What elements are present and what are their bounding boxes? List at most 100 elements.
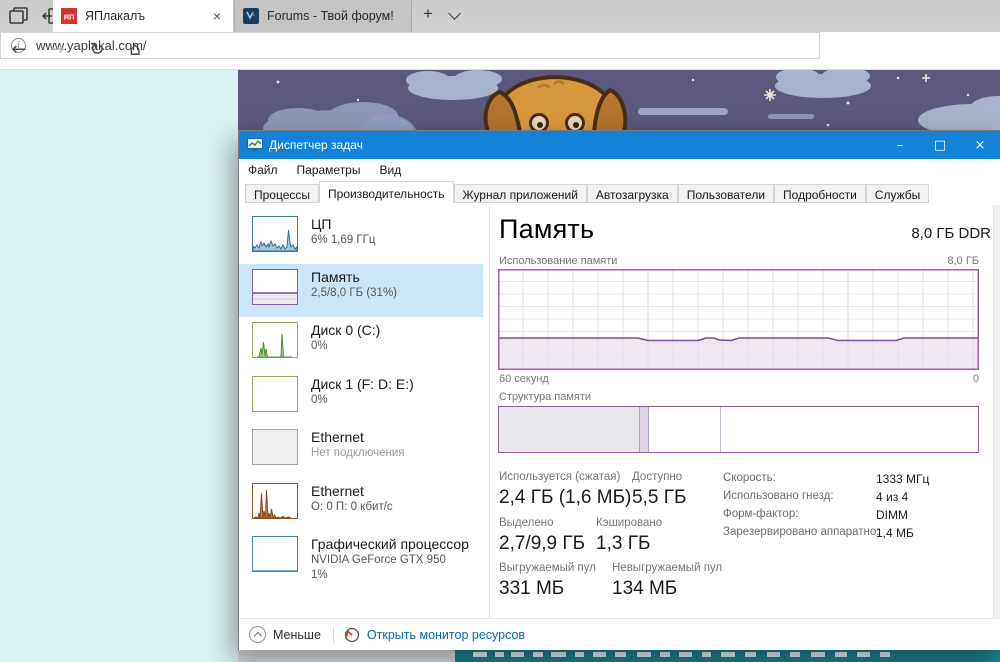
- new-tab-button[interactable]: +: [416, 4, 440, 24]
- tab-details[interactable]: Подробности: [774, 184, 866, 203]
- composition-standby-divider: [720, 407, 721, 452]
- sidebar-item-memory[interactable]: Память 2,5/8,0 ГБ (31%): [239, 264, 483, 317]
- forward-button[interactable]: →: [44, 39, 70, 60]
- sidebar-separator: [489, 205, 490, 618]
- close-button[interactable]: ×: [960, 131, 1000, 159]
- gpu-thumbnail-graph: [252, 536, 298, 572]
- detail-speed-label: Скорость:: [723, 472, 876, 486]
- detail-formfactor-label: Форм-фактор:: [723, 508, 876, 522]
- home-button[interactable]: ⌂: [122, 39, 148, 60]
- disk0-thumbnail-graph: [252, 322, 298, 358]
- tab-label: ЯПлакалъ: [85, 9, 145, 23]
- tab-performance[interactable]: Производительность: [319, 181, 453, 203]
- disk1-thumbnail-graph: [252, 376, 298, 412]
- stats-row-2: Выделено 2,7/9,9 ГБ Кэшировано 1,3 ГБ: [499, 516, 662, 557]
- browser-nav-row: ← → ↻ ⌂ i www.yaplakal.com/: [0, 32, 1000, 70]
- sidebar-item-disk1[interactable]: Диск 1 (F: D: E:) 0%: [239, 371, 483, 424]
- maximize-button[interactable]: □: [920, 131, 960, 159]
- stat-available-value: 5,5 ГБ: [632, 485, 686, 511]
- clipped-scrollbar[interactable]: [993, 205, 1000, 618]
- webpage-bottom-teal-banner: [455, 650, 1000, 662]
- webpage-banner: [238, 70, 1000, 132]
- browser-tab-bar: ЯП ЯПлакалъ × Forums - Твой форум! +: [0, 0, 1000, 32]
- menu-file[interactable]: Файл: [248, 163, 278, 177]
- sidebar-item-sub2: 1%: [311, 568, 469, 583]
- refresh-button[interactable]: ↻: [84, 39, 110, 60]
- composition-modified-segment: [640, 407, 649, 452]
- sidebar-item-title: Диск 1 (F: D: E:): [311, 376, 414, 393]
- memory-hardware-details: Скорость:1333 МГц Использовано гнезд:4 и…: [723, 472, 929, 544]
- memory-usage-graph: [498, 269, 979, 370]
- tab-preview-icon[interactable]: [8, 6, 30, 26]
- tm-title-bar[interactable]: Диспетчер задач – □ ×: [239, 131, 1000, 159]
- menu-view[interactable]: Вид: [379, 163, 401, 177]
- stat-available-label: Доступно: [632, 470, 686, 485]
- tm-performance-sidebar: ЦП 6% 1,69 ГГц Память 2,5/8,0 ГБ (31%): [239, 205, 488, 618]
- browser-tab-inactive[interactable]: Forums - Твой форум!: [234, 0, 412, 32]
- stat-cached-label: Кэшировано: [596, 516, 662, 531]
- stat-committed-value: 2,7/9,9 ГБ: [499, 531, 596, 557]
- detail-reserved-value: 1,4 МБ: [876, 526, 914, 540]
- minimize-button[interactable]: –: [880, 131, 920, 159]
- composition-in-use-segment: [499, 407, 640, 452]
- tm-footer-bar: Меньше Открыть монитор ресурсов: [239, 618, 1000, 650]
- stat-in-use-label: Используется (сжатая): [499, 470, 632, 485]
- sidebar-item-sub: 6% 1,69 ГГц: [311, 233, 375, 248]
- tm-tab-strip: Процессы Производительность Журнал прило…: [239, 181, 1000, 203]
- tab-processes[interactable]: Процессы: [245, 184, 319, 203]
- detail-slots-label: Использовано гнезд:: [723, 490, 876, 504]
- sidebar-item-title: ЦП: [311, 216, 375, 233]
- stat-in-use-value: 2,4 ГБ (1,6 МБ): [499, 485, 632, 511]
- memory-panel: Память 8,0 ГБ DDR Использование памяти 8…: [498, 205, 993, 618]
- sidebar-item-ethernet-disconnected[interactable]: Ethernet Нет подключения: [239, 424, 483, 477]
- menu-options[interactable]: Параметры: [297, 163, 361, 177]
- sidebar-item-gpu[interactable]: Графический процессор NVIDIA GeForce GTX…: [239, 531, 483, 597]
- tm-window-title: Диспетчер задач: [269, 138, 363, 152]
- tab-label: Forums - Твой форум!: [267, 9, 394, 23]
- sidebar-item-ethernet[interactable]: Ethernet О: 0 П: 0 кбит/с: [239, 478, 483, 531]
- ethernet1-thumbnail-graph: [252, 429, 298, 465]
- sidebar-item-title: Графический процессор: [311, 536, 469, 553]
- fewer-details-button[interactable]: Меньше: [273, 628, 321, 642]
- sidebar-item-sub: 0%: [311, 339, 380, 354]
- open-resource-monitor-link[interactable]: Открыть монитор ресурсов: [367, 628, 525, 642]
- panel-title: Память: [499, 214, 594, 245]
- sidebar-item-disk0[interactable]: Диск 0 (C:) 0%: [239, 317, 483, 370]
- tab-list-chevron-icon[interactable]: [448, 7, 461, 20]
- fewer-details-icon[interactable]: [249, 626, 266, 643]
- sidebar-item-cpu[interactable]: ЦП 6% 1,69 ГГц: [239, 211, 483, 264]
- tab-users[interactable]: Пользователи: [678, 184, 774, 203]
- browser-tab-active[interactable]: ЯП ЯПлакалъ ×: [53, 0, 233, 32]
- stat-committed-label: Выделено: [499, 516, 596, 531]
- back-button[interactable]: ←: [6, 39, 32, 60]
- detail-speed-value: 1333 МГц: [876, 472, 929, 486]
- detail-slots-value: 4 из 4: [876, 490, 908, 504]
- resource-monitor-icon: [344, 627, 360, 643]
- tm-menu-bar: Файл Параметры Вид: [239, 159, 1000, 181]
- webpage-left-background: [0, 70, 238, 662]
- sidebar-item-sub: NVIDIA GeForce GTX 950: [311, 553, 469, 568]
- stat-paged-label: Выгружаемый пул: [499, 561, 612, 576]
- stat-cached-value: 1,3 ГБ: [596, 531, 662, 557]
- sidebar-item-title: Память: [311, 269, 397, 286]
- footer-divider: [333, 627, 334, 643]
- memory-composition-bar: [498, 406, 979, 453]
- tab-services[interactable]: Службы: [866, 184, 929, 203]
- sidebar-item-title: Ethernet: [311, 483, 393, 500]
- tab-startup[interactable]: Автозагрузка: [587, 184, 678, 203]
- usage-scale-max: 8,0 ГБ: [498, 255, 979, 267]
- sidebar-item-title: Ethernet: [311, 429, 405, 446]
- forums-favicon: [243, 8, 259, 24]
- stats-row-3: Выгружаемый пул 331 МБ Невыгружаемый пул…: [499, 561, 722, 602]
- sidebar-item-sub: О: 0 П: 0 кбит/с: [311, 500, 393, 515]
- tab-app-history[interactable]: Журнал приложений: [454, 184, 587, 203]
- stat-nonpaged-label: Невыгружаемый пул: [612, 561, 722, 576]
- memory-thumbnail-graph: [252, 269, 298, 305]
- sidebar-item-title: Диск 0 (C:): [311, 322, 380, 339]
- task-manager-window: Диспетчер задач – □ × Файл Параметры Вид…: [238, 130, 1000, 650]
- stats-row-1: Используется (сжатая) 2,4 ГБ (1,6 МБ) До…: [499, 470, 686, 511]
- tab-close-icon[interactable]: ×: [209, 8, 225, 24]
- detail-formfactor-value: DIMM: [876, 508, 908, 522]
- time-axis-zero: 0: [498, 373, 979, 385]
- svg-text:ЯП: ЯП: [64, 13, 75, 22]
